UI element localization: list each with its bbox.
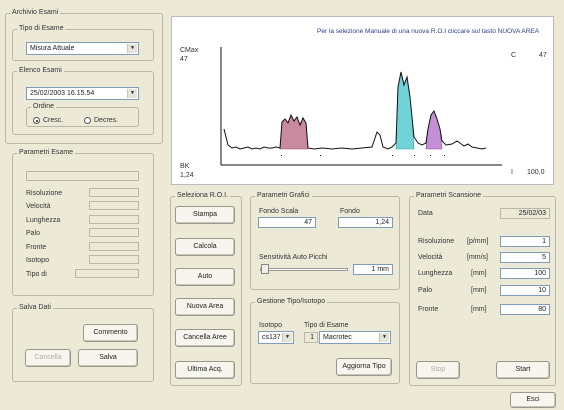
param-field-risoluzione (89, 188, 139, 197)
sensibilita-label: Sensitività Auto Picchi (259, 254, 328, 261)
calcola-button[interactable]: Calcola (175, 238, 235, 256)
scan-input-palo[interactable]: 10 (500, 285, 550, 296)
isotopo-label: Isotopo (259, 322, 282, 329)
scan-label-velocita: Velocità (418, 254, 443, 261)
elenco-esami-legend: Elenco Esami (19, 67, 62, 74)
scan-label-lunghezza: Lunghezza (418, 270, 453, 277)
tipo-esame-label: Tipo di Esame (304, 322, 349, 329)
decres-label: Decres. (94, 117, 119, 124)
param-field-lunghezza (89, 215, 139, 224)
param-label-tipo: Tipo di (26, 271, 47, 278)
spectrum-chart[interactable]: Per la selezione Manuale di una nuova R.… (171, 16, 554, 185)
scan-input-fronte[interactable]: 80 (500, 304, 550, 315)
parametri-scansione-legend: Parametri Scansione (416, 192, 481, 199)
archivio-esami-title: Archivio Esami (12, 9, 59, 16)
param-field-tipo (75, 269, 139, 278)
tipo-esame-gestione-value: Macrotec (323, 334, 352, 341)
elenco-esami-value: 25/02/2003 16.15.54 (30, 90, 95, 97)
scan-input-risoluzione[interactable]: 1 (500, 236, 550, 247)
scan-label-fronte: Fronte (418, 306, 439, 313)
scan-label-palo: Palo (418, 287, 433, 294)
tipo-esame-value: Misura Attuale (30, 45, 75, 52)
commento-button[interactable]: Commento (83, 324, 138, 342)
esci-button[interactable]: Esci (510, 392, 556, 408)
scan-input-velocita[interactable]: 5 (500, 252, 550, 263)
parametri-esame-top-field (26, 171, 139, 181)
scan-unit-risoluzione: [p/mm] (467, 238, 489, 245)
param-field-isotopo (89, 255, 139, 264)
scan-input-lunghezza[interactable]: 100 (500, 268, 550, 279)
scan-unit-fronte: [mm] (471, 306, 487, 313)
param-label-lunghezza: Lunghezza (26, 217, 61, 224)
param-label-velocita: Velocità (26, 203, 51, 210)
data-value: 25/02/03 (500, 208, 550, 219)
fondo-scala-label: Fondo Scala (259, 208, 299, 215)
cancella-button[interactable]: Cancella (25, 349, 71, 367)
param-field-fronte (89, 242, 139, 251)
data-label: Data (418, 210, 433, 217)
cresc-label: Cresc. (43, 117, 64, 124)
seleziona-roi-legend: Seleziona R.O.I. (177, 192, 228, 199)
chevron-down-icon: ▼ (127, 44, 137, 53)
scan-unit-palo: [mm] (471, 287, 487, 294)
salva-dati-group: Salva Dati (12, 304, 154, 382)
roi-area-3 (425, 110, 443, 150)
auto-button[interactable]: Auto (175, 268, 235, 286)
tipo-esame-legend: Tipo di Esame (19, 25, 64, 32)
decres-radio[interactable] (84, 117, 91, 124)
fondo-scala-input[interactable]: 47 (258, 217, 316, 228)
sensibilita-slider-thumb[interactable] (261, 264, 269, 274)
tipo-number: 1 (304, 332, 318, 343)
sensibilita-slider-track[interactable] (260, 268, 348, 271)
param-label-isotopo: Isotopo (26, 257, 49, 264)
elenco-esami-select[interactable]: 25/02/2003 16.15.54 ▼ (26, 87, 139, 100)
fondo-label: Fondo (340, 208, 360, 215)
tipo-esame-select[interactable]: Misura Attuale ▼ (26, 42, 139, 55)
salva-dati-legend: Salva Dati (19, 304, 51, 311)
fondo-input[interactable]: 1,24 (338, 217, 393, 228)
isotopo-select[interactable]: cs137 ▼ (258, 331, 294, 344)
scan-unit-lunghezza: [mm] (471, 270, 487, 277)
start-button[interactable]: Start (496, 361, 550, 379)
gestione-legend: Gestione Tipo/Isotopo (257, 298, 326, 305)
ultima-acq-button[interactable]: Ultima Acq. (175, 361, 235, 379)
chevron-down-icon: ▼ (379, 333, 389, 342)
scan-unit-velocita: [mm/s] (467, 254, 488, 261)
spectrum-line (223, 71, 487, 150)
param-label-fronte: Fronte (26, 244, 47, 251)
stop-button[interactable]: Stop (416, 361, 460, 379)
salva-button[interactable]: Salva (78, 349, 138, 367)
tipo-esame-gestione-select[interactable]: Macrotec ▼ (319, 331, 391, 344)
param-label-risoluzione: Risoluzione (26, 190, 63, 197)
aggiorna-tipo-button[interactable]: Aggiorna Tipo (336, 358, 392, 376)
sensibilita-value: 1 mm (353, 264, 393, 275)
param-field-velocita (89, 201, 139, 210)
chevron-down-icon: ▼ (282, 333, 292, 342)
spectrum-plot (220, 47, 502, 166)
scan-label-risoluzione: Risoluzione (418, 238, 455, 245)
cresc-radio[interactable] (33, 117, 40, 124)
ordine-legend: Ordine (33, 103, 55, 110)
nuova-area-button[interactable]: Nuova Area (175, 298, 235, 316)
param-field-palo (89, 228, 139, 237)
parametri-grafici-legend: Parametri Grafici (257, 192, 310, 199)
isotopo-value: cs137 (262, 334, 281, 341)
stampa-button[interactable]: Stampa (175, 206, 235, 224)
peak-markers (281, 155, 445, 156)
parametri-esame-legend: Parametri Esame (19, 149, 74, 156)
chevron-down-icon: ▼ (127, 89, 137, 98)
cancella-aree-button[interactable]: Cancella Aree (175, 329, 235, 347)
param-label-palo: Palo (26, 230, 41, 237)
